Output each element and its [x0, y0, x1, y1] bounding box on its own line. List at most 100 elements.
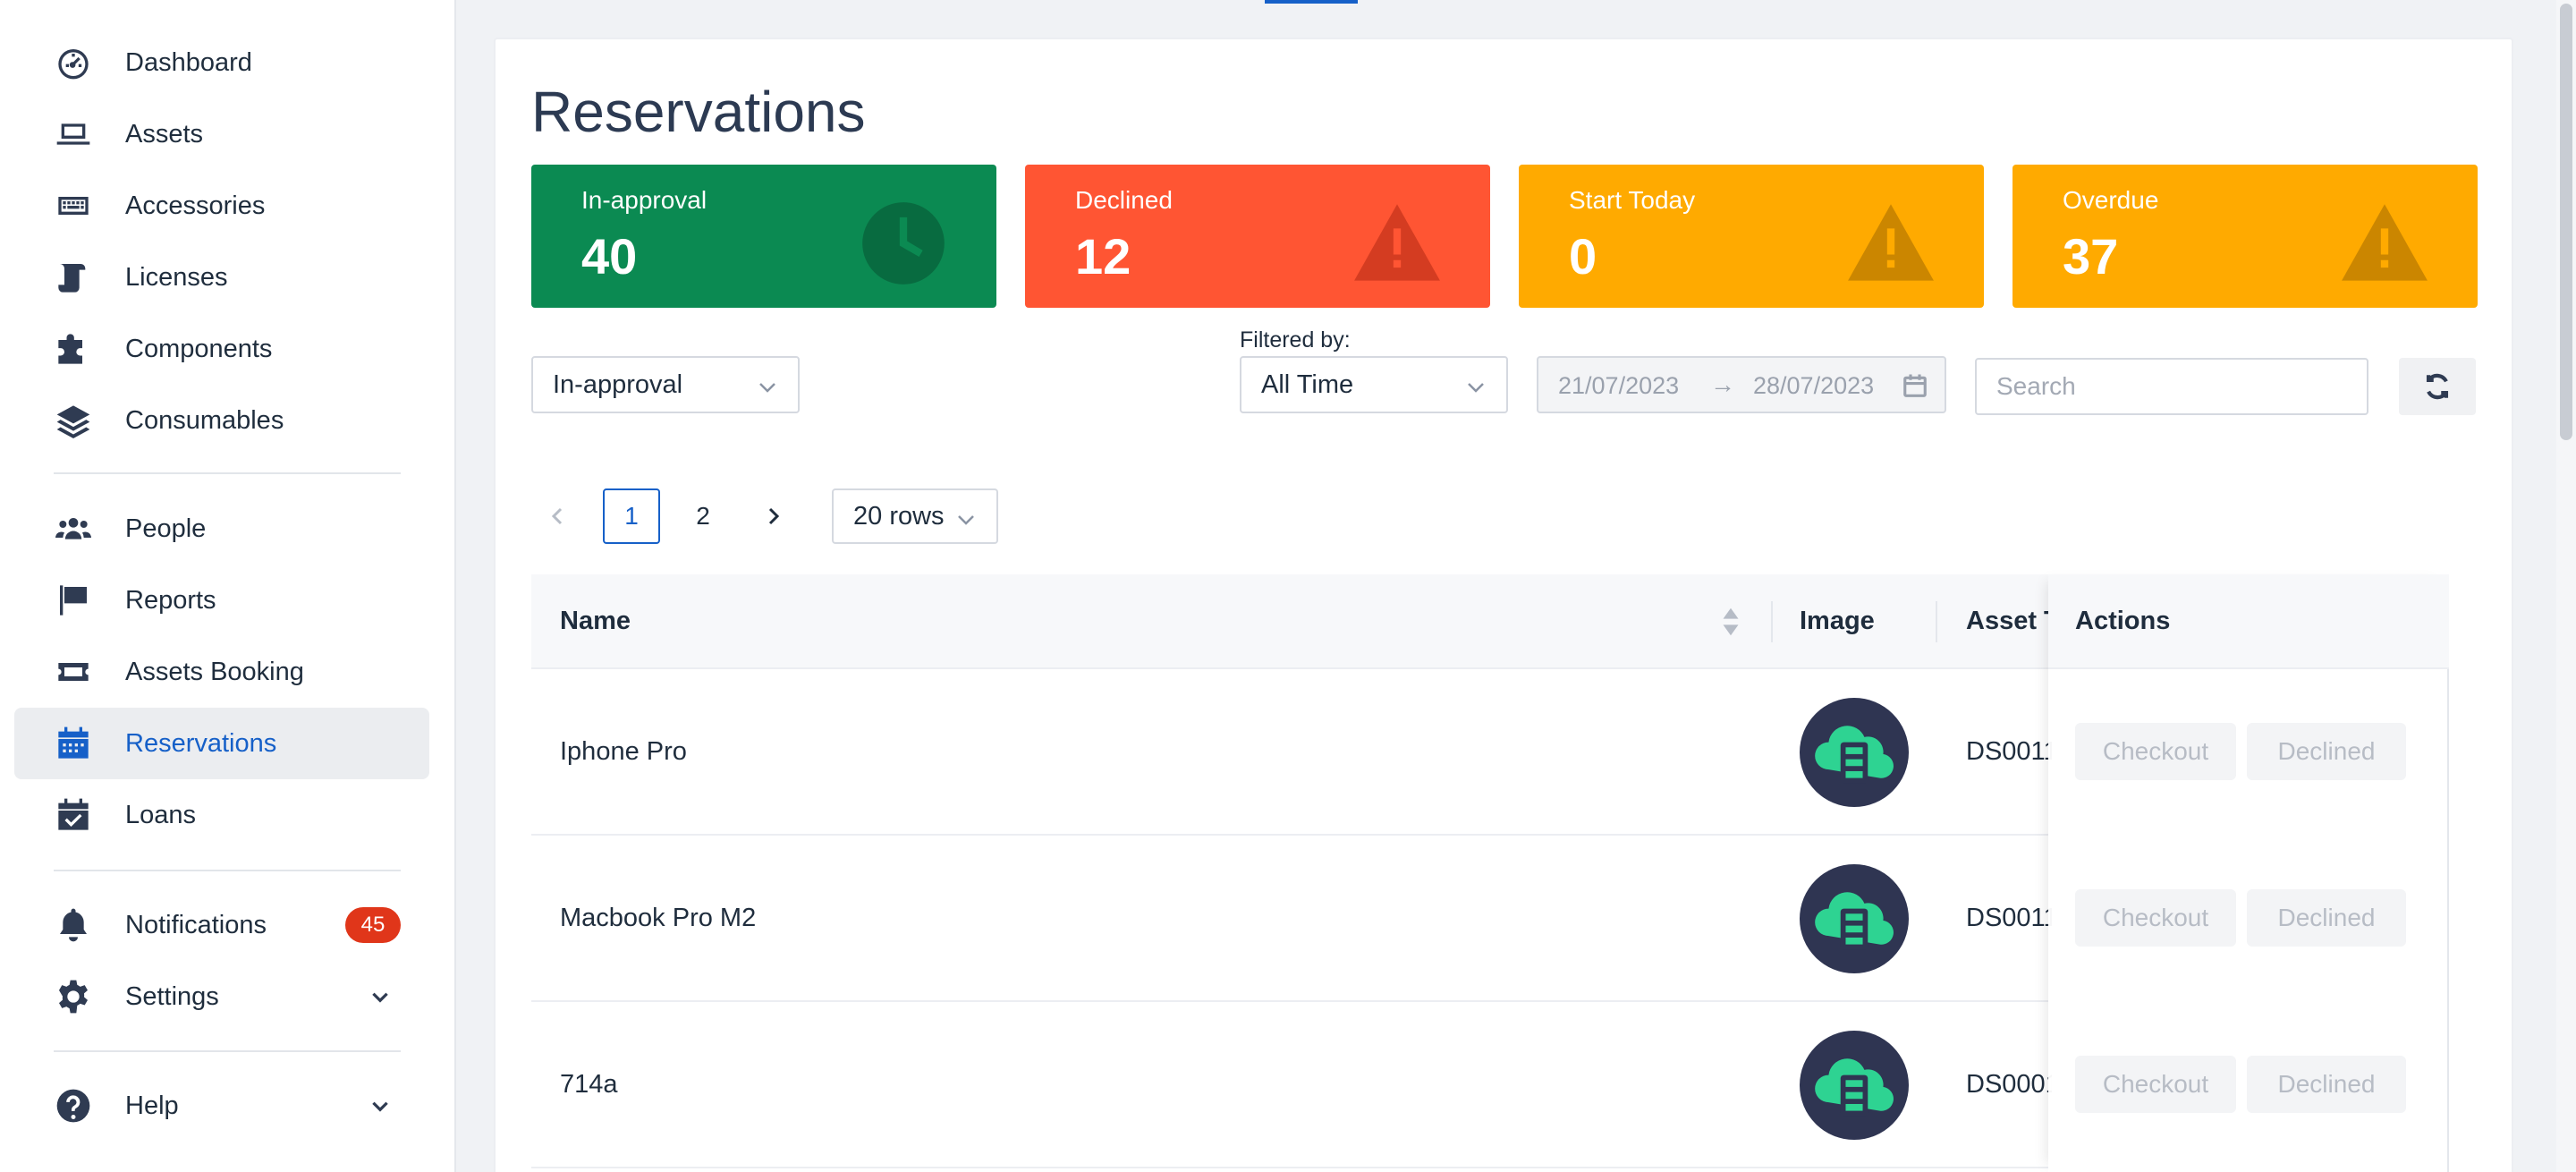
notifications-badge: 45 — [345, 907, 401, 943]
stat-card-overdue[interactable]: Overdue 37 — [2012, 165, 2478, 308]
cell-name: 714a — [560, 1070, 618, 1099]
stat-label: In-approval — [581, 186, 708, 214]
chevron-down-icon[interactable] — [369, 985, 392, 1008]
cell-asset-tag: DS0001 — [1966, 1070, 2052, 1099]
actions-column: Actions Checkout Declined Checkout Decli… — [2048, 574, 2449, 1172]
cloud-server-icon — [1800, 1031, 1909, 1140]
stat-card-in-approval[interactable]: In-approval 40 — [531, 165, 996, 308]
users-icon — [54, 509, 93, 548]
stat-label: Declined — [1075, 186, 1173, 214]
column-header-name[interactable]: Name — [560, 607, 631, 636]
sidebar-item-label: Help — [125, 1091, 179, 1120]
bell-icon — [54, 905, 93, 945]
rows-per-page-select[interactable]: 20 rows — [832, 488, 998, 544]
stat-label: Overdue — [2063, 186, 2159, 214]
checkout-button[interactable]: Checkout — [2075, 1056, 2236, 1113]
cell-name: Iphone Pro — [560, 737, 687, 766]
sidebar-item-settings[interactable]: Settings — [14, 961, 429, 1032]
cell-asset-tag: DS0011 — [1966, 737, 2052, 766]
sort-icon[interactable] — [1721, 607, 1741, 637]
column-header-image: Image — [1800, 607, 1875, 635]
status-select[interactable]: In-approval — [531, 356, 800, 413]
sidebar-divider — [54, 472, 401, 474]
reservations-table: Name Image Asset T Iphone Pro DS0011 Mac… — [531, 574, 2449, 1172]
sidebar-item-notifications[interactable]: Notifications 45 — [14, 889, 429, 961]
page-scrollbar[interactable] — [2556, 0, 2576, 1172]
cloud-server-icon — [1800, 698, 1909, 807]
column-separator — [1771, 601, 1773, 642]
time-range-select[interactable]: All Time — [1240, 356, 1508, 413]
warning-icon — [1352, 199, 1442, 288]
checkout-button[interactable]: Checkout — [2075, 889, 2236, 947]
stat-card-declined[interactable]: Declined 12 — [1025, 165, 1490, 308]
sidebar-item-licenses[interactable]: Licenses — [14, 242, 429, 313]
time-range-select-value: All Time — [1261, 369, 1354, 399]
pagination-next-button[interactable] — [746, 488, 800, 544]
sidebar-item-assets-booking[interactable]: Assets Booking — [14, 636, 429, 708]
pagination-page-1[interactable]: 1 — [603, 488, 660, 544]
laptop-icon — [54, 115, 93, 154]
sidebar-item-assets[interactable]: Assets — [14, 98, 429, 170]
sidebar-item-help[interactable]: Help — [14, 1070, 429, 1142]
sidebar-item-label: Assets Booking — [125, 657, 304, 686]
stat-value: 37 — [2063, 228, 2119, 285]
warning-icon — [2340, 199, 2429, 288]
clock-icon — [859, 199, 948, 288]
declined-button[interactable]: Declined — [2247, 1056, 2406, 1113]
sidebar-item-loans[interactable]: Loans — [14, 779, 429, 851]
sidebar-item-label: People — [125, 514, 207, 543]
chevron-down-icon[interactable] — [369, 1094, 392, 1117]
date-start: 21/07/2023 — [1558, 372, 1680, 399]
keyboard-icon — [54, 186, 93, 225]
chevron-down-icon — [757, 376, 778, 397]
scroll-icon — [54, 258, 93, 297]
sidebar-item-components[interactable]: Components — [14, 313, 429, 385]
sidebar-item-label: Assets — [125, 119, 204, 149]
actions-header: Actions — [2048, 574, 2449, 669]
column-header-asset-tag: Asset T — [1966, 607, 2060, 635]
cell-asset-tag: DS0011 — [1966, 904, 2052, 932]
checkout-button[interactable]: Checkout — [2075, 723, 2236, 780]
sidebar: Dashboard Assets Accessories Licenses Co… — [0, 0, 456, 1172]
puzzle-icon — [54, 329, 93, 369]
calendar-icon — [1902, 372, 1928, 399]
layers-icon — [54, 401, 93, 440]
sidebar-item-dashboard[interactable]: Dashboard — [14, 27, 429, 98]
sidebar-item-label: Components — [125, 334, 273, 363]
page-title: Reservations — [531, 80, 866, 144]
chevron-left-icon — [551, 507, 563, 525]
chevron-right-icon — [768, 507, 780, 525]
status-select-value: In-approval — [553, 369, 683, 399]
refresh-icon — [2426, 373, 2449, 400]
pagination-prev-button[interactable] — [531, 488, 585, 544]
rows-per-page-value: 20 rows — [853, 501, 945, 531]
pagination-page-2[interactable]: 2 — [674, 488, 732, 544]
sidebar-divider — [54, 870, 401, 871]
sidebar-item-consumables[interactable]: Consumables — [14, 385, 429, 456]
sidebar-item-label: Consumables — [125, 405, 284, 435]
flag-icon — [54, 581, 93, 620]
sidebar-item-label: Loans — [125, 800, 197, 829]
calendar-check-icon — [54, 795, 93, 835]
sidebar-item-people[interactable]: People — [14, 493, 429, 565]
question-icon — [54, 1086, 93, 1125]
declined-button[interactable]: Declined — [2247, 889, 2406, 947]
sidebar-item-label: Licenses — [125, 262, 228, 292]
warning-icon — [1846, 199, 1936, 288]
date-range-picker[interactable]: 21/07/2023 → 28/07/2023 — [1537, 356, 1946, 413]
sidebar-item-label: Accessories — [125, 191, 266, 220]
column-separator — [1936, 601, 1937, 642]
sidebar-item-accessories[interactable]: Accessories — [14, 170, 429, 242]
sidebar-item-reservations[interactable]: Reservations — [14, 708, 429, 779]
chevron-down-icon — [1465, 376, 1487, 397]
page-scrollbar-thumb[interactable] — [2560, 4, 2572, 440]
stat-value: 40 — [581, 228, 638, 285]
stat-label: Start Today — [1569, 186, 1696, 214]
declined-button[interactable]: Declined — [2247, 723, 2406, 780]
refresh-button[interactable] — [2399, 358, 2476, 415]
sidebar-item-reports[interactable]: Reports — [14, 565, 429, 636]
stat-card-start-today[interactable]: Start Today 0 — [1519, 165, 1984, 308]
sidebar-item-label: Settings — [125, 981, 219, 1011]
calendar-icon — [54, 724, 93, 763]
search-input[interactable] — [1975, 358, 2368, 415]
